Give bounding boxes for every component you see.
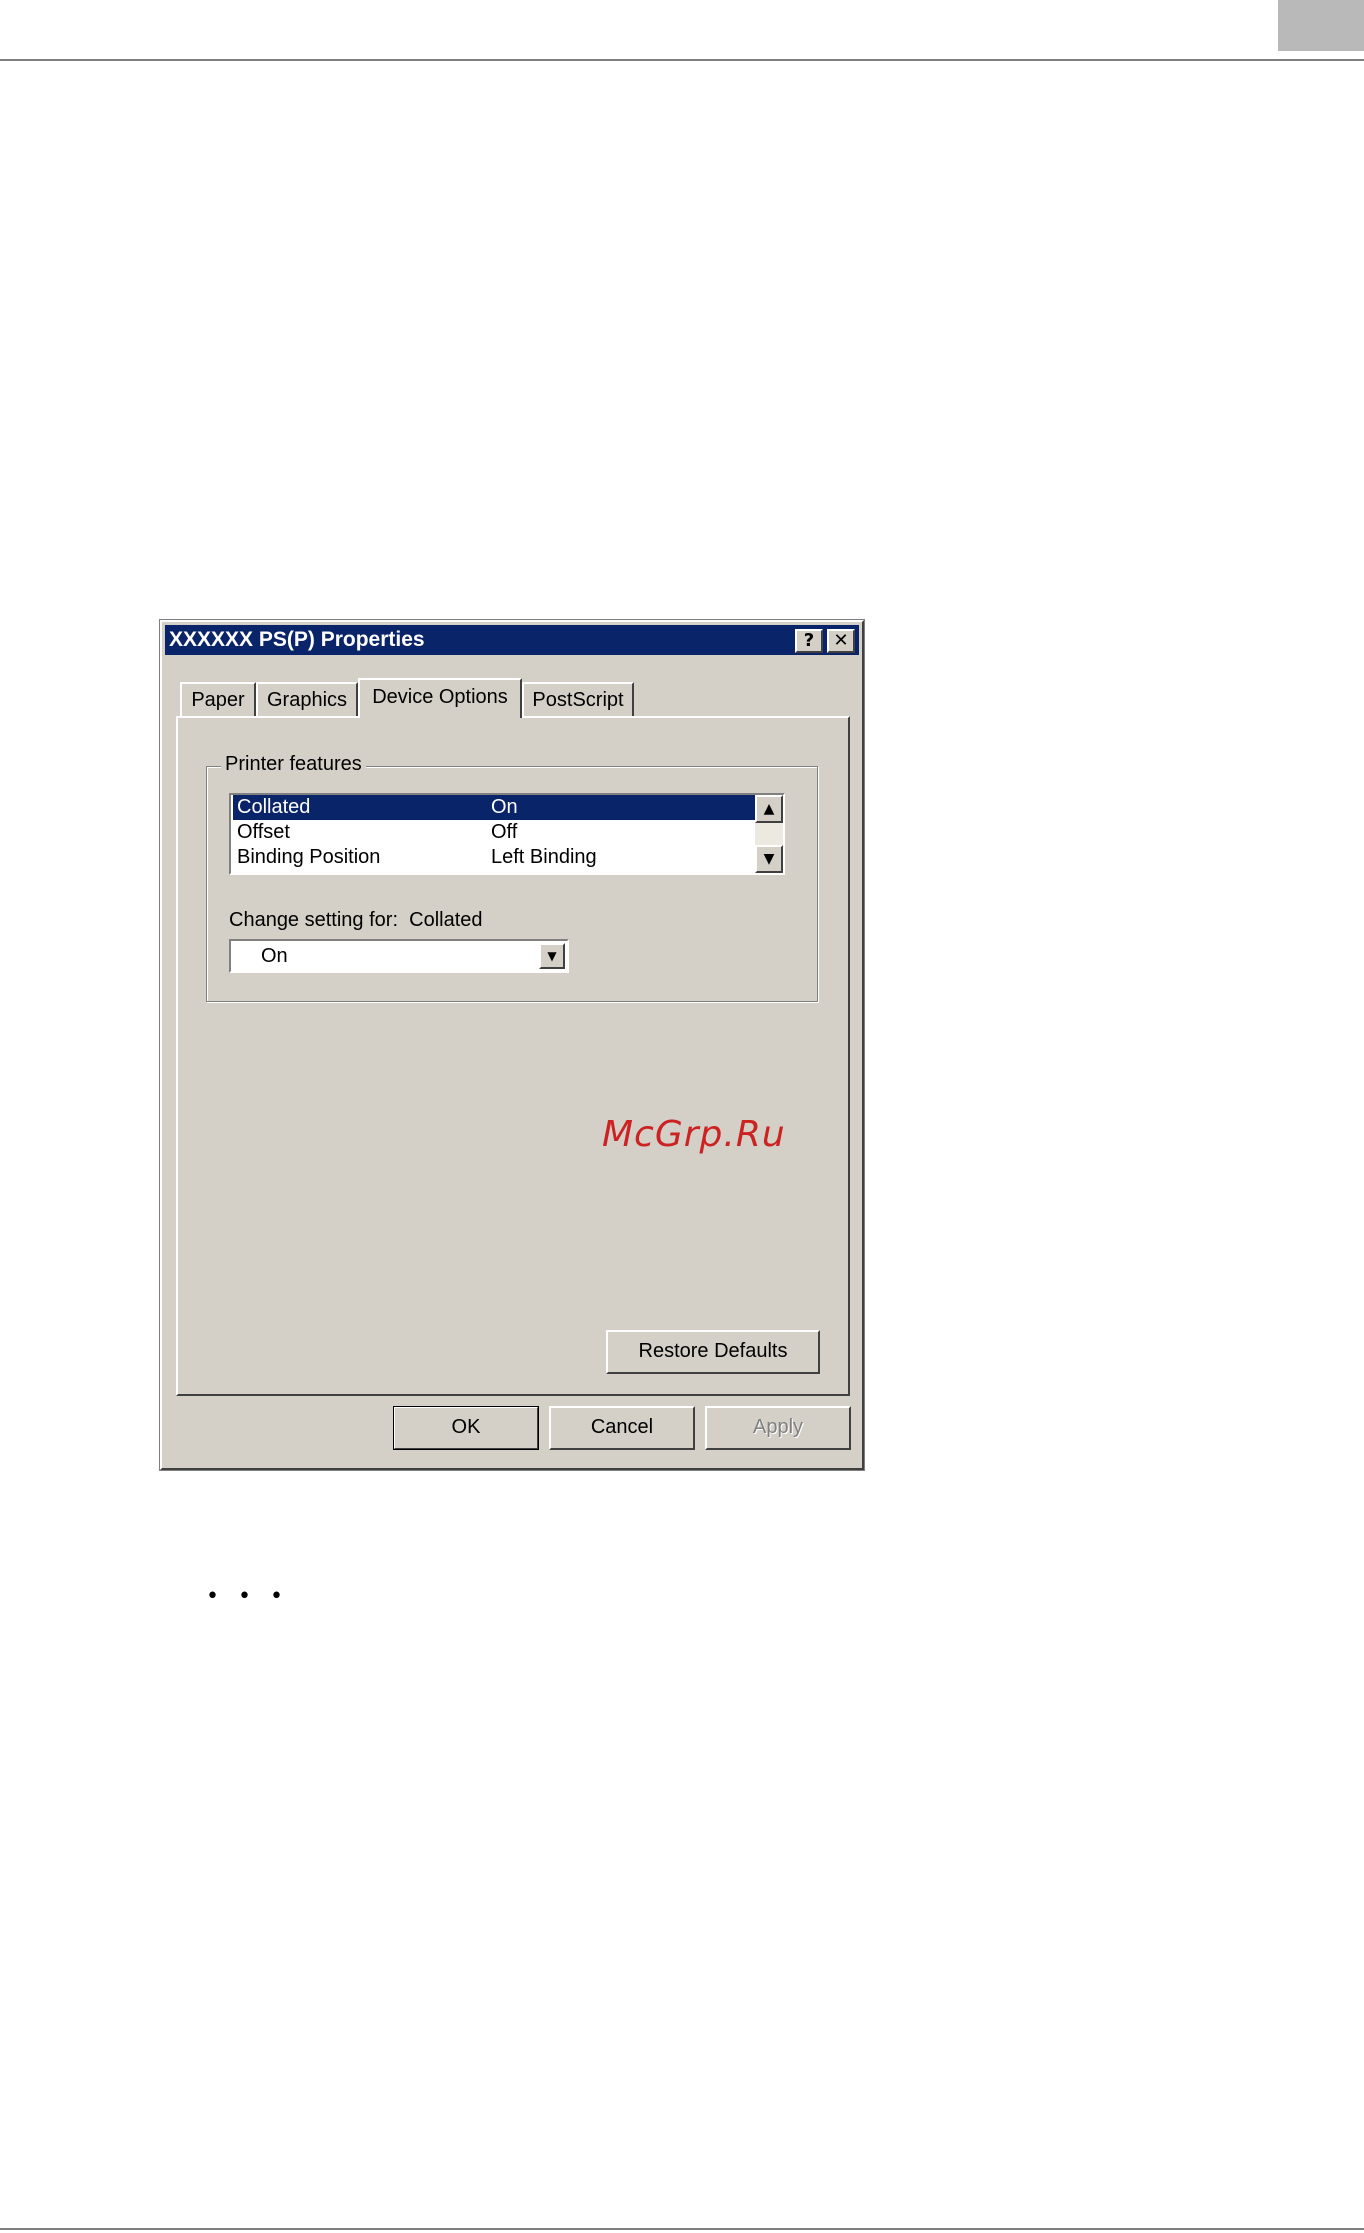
page-bullets: • • • <box>206 1584 289 1609</box>
feature-name: Offset <box>237 821 290 843</box>
dialog-titlebar[interactable]: XXXXXX PS(P) Properties ? ✕ <box>165 625 859 655</box>
feature-value: Off <box>491 821 518 843</box>
feature-value: On <box>491 796 518 818</box>
setting-combobox[interactable]: On ▼ <box>229 939 569 973</box>
tab-graphics[interactable]: Graphics <box>256 682 358 716</box>
feature-name: Binding Position <box>237 846 381 868</box>
scroll-up-arrow-icon[interactable]: ▲ <box>755 795 783 823</box>
features-listbox[interactable]: Collated On Offset Off Binding Position … <box>229 793 785 875</box>
list-item[interactable]: Offset Off <box>233 820 755 845</box>
list-item[interactable]: Binding Position Left Binding <box>233 845 755 870</box>
list-scrollbar[interactable]: ▲ ▼ <box>755 795 783 873</box>
properties-dialog: XXXXXX PS(P) Properties ? ✕ Paper Graphi… <box>159 619 865 1471</box>
watermark-text: McGrp.Ru <box>602 1114 786 1155</box>
top-rule <box>0 59 1364 61</box>
list-item[interactable]: Collated On <box>233 795 755 820</box>
feature-name: Collated <box>237 796 311 818</box>
combo-selected-value: On <box>261 945 288 967</box>
change-setting-label: Change setting for: Collated <box>229 909 483 932</box>
bottom-rule <box>0 2228 1364 2230</box>
device-options-panel: Printer features Collated On Offset Off … <box>176 716 850 1396</box>
tab-device-options[interactable]: Device Options <box>358 678 522 718</box>
scroll-down-arrow-icon[interactable]: ▼ <box>755 845 783 873</box>
change-setting-target: Collated <box>409 909 483 931</box>
page-corner-block <box>1278 0 1364 51</box>
printer-features-group: Printer features Collated On Offset Off … <box>206 753 818 1002</box>
ok-button[interactable]: OK <box>393 1406 539 1450</box>
restore-defaults-button[interactable]: Restore Defaults <box>606 1330 820 1374</box>
close-icon[interactable]: ✕ <box>827 629 855 653</box>
tab-postscript[interactable]: PostScript <box>522 682 634 716</box>
help-icon[interactable]: ? <box>795 629 823 653</box>
chevron-down-icon[interactable]: ▼ <box>539 943 565 969</box>
cancel-button[interactable]: Cancel <box>549 1406 695 1450</box>
apply-button[interactable]: Apply <box>705 1406 851 1450</box>
printer-features-label: Printer features <box>221 753 366 776</box>
change-setting-prefix: Change setting for: <box>229 909 398 931</box>
dialog-title: XXXXXX PS(P) Properties <box>169 628 425 651</box>
feature-value: Left Binding <box>491 846 597 868</box>
tab-paper[interactable]: Paper <box>180 682 256 716</box>
